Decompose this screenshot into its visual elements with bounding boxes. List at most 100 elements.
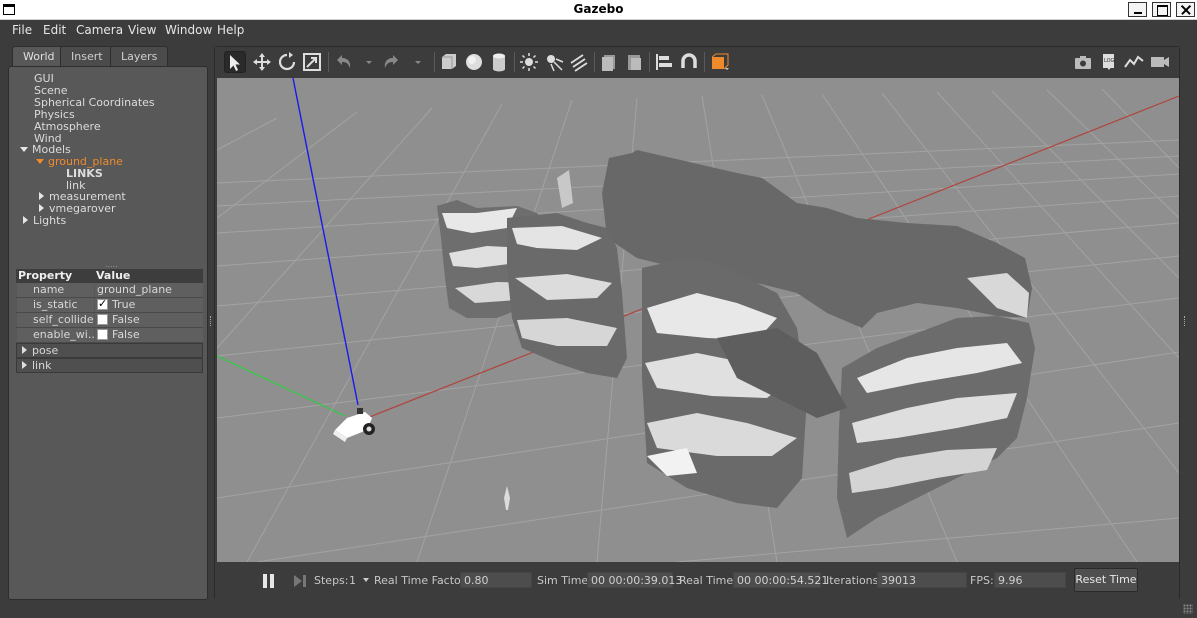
property-group-label: link: [32, 359, 52, 372]
translate-icon[interactable]: [251, 51, 273, 73]
expand-arrow-icon[interactable]: [20, 147, 28, 152]
spot-light-icon[interactable]: [543, 51, 565, 73]
iterations-field: 39013: [877, 572, 967, 588]
view-angle-icon[interactable]: [709, 51, 731, 73]
left-splitter-handle[interactable]: [210, 316, 212, 326]
property-table-header: Property Value: [16, 269, 203, 283]
property-group-link[interactable]: link: [16, 358, 203, 373]
menu-view[interactable]: View: [128, 23, 156, 37]
checkbox-label: False: [112, 313, 140, 326]
y-axis-line: [217, 355, 346, 417]
pause-icon[interactable]: [263, 574, 275, 588]
box-icon[interactable]: [438, 51, 460, 73]
copy-icon[interactable]: [598, 51, 620, 73]
toolbar-separator: [434, 52, 435, 72]
collapsed-arrow-icon[interactable]: [39, 192, 44, 200]
snap-icon[interactable]: [678, 51, 700, 73]
property-name: name: [17, 283, 94, 297]
toolbar-separator: [649, 52, 650, 72]
left-panel: World Insert Layers GUI Scene Spherical …: [8, 46, 208, 600]
step-icon[interactable]: [294, 575, 306, 587]
steps-value[interactable]: 1: [349, 574, 356, 587]
menu-camera[interactable]: Camera: [76, 23, 123, 37]
cylinder-icon[interactable]: [488, 51, 510, 73]
fps-label: FPS:: [970, 574, 994, 587]
undo-dropdown-icon[interactable]: [358, 51, 372, 73]
menu-edit[interactable]: Edit: [43, 23, 66, 37]
redo-dropdown-icon[interactable]: [407, 51, 421, 73]
close-button[interactable]: [1176, 2, 1195, 17]
menu-file[interactable]: File: [12, 23, 32, 37]
iterations-label: Iterations:: [826, 574, 883, 587]
property-name: enable_wi...: [17, 328, 94, 342]
minimize-button[interactable]: [1128, 2, 1147, 17]
real-time-factor-label: Real Time Factor:: [374, 574, 469, 587]
scene-canvas[interactable]: [217, 78, 1179, 562]
measurement-model: [437, 150, 1035, 538]
tab-world[interactable]: World: [12, 46, 66, 66]
real-time-factor-field: 0.80: [460, 572, 532, 588]
self-collide-checkbox[interactable]: [97, 314, 108, 325]
paste-icon[interactable]: [623, 51, 645, 73]
tab-insert[interactable]: Insert: [60, 46, 114, 66]
3d-viewport[interactable]: [217, 78, 1179, 562]
window-title: Gazebo: [573, 2, 624, 16]
steps-label: Steps:: [314, 574, 349, 587]
enable-wind-checkbox[interactable]: [97, 329, 108, 340]
real-time-field: 00 00:00:54.521: [733, 572, 828, 588]
sim-time-label: Sim Time:: [537, 574, 592, 587]
toolbar-separator: [328, 52, 329, 72]
collapsed-arrow-icon[interactable]: [23, 216, 28, 224]
select-arrow-icon[interactable]: [224, 51, 246, 73]
plot-icon[interactable]: [1123, 51, 1145, 73]
collapsed-arrow-icon[interactable]: [39, 204, 44, 212]
property-value: False: [95, 328, 203, 342]
tree-item-lights[interactable]: Lights: [23, 214, 66, 227]
right-splitter-handle[interactable]: [1184, 316, 1186, 326]
reset-time-button[interactable]: Reset Time: [1074, 568, 1138, 592]
log-icon[interactable]: LOG: [1098, 51, 1120, 73]
menu-bar: File Edit Camera View Window Help: [0, 20, 1197, 41]
checkbox-label: True: [112, 298, 136, 311]
menu-help[interactable]: Help: [217, 23, 244, 37]
z-axis-line: [292, 78, 359, 406]
menu-window[interactable]: Window: [165, 23, 212, 37]
screenshot-icon[interactable]: [1072, 51, 1094, 73]
collapsed-arrow-icon: [22, 361, 27, 369]
property-group-label: pose: [32, 344, 59, 357]
sphere-icon[interactable]: [463, 51, 485, 73]
collapsed-arrow-icon: [22, 346, 27, 354]
property-group-pose[interactable]: pose: [16, 343, 203, 358]
undo-icon[interactable]: [333, 51, 355, 73]
rotate-icon[interactable]: [276, 51, 298, 73]
sim-time-field: 00 00:00:39.013: [587, 572, 682, 588]
tree-item-lights-label: Lights: [33, 214, 67, 227]
tab-layers[interactable]: Layers: [110, 46, 169, 66]
world-tree-panel: GUI Scene Spherical Coordinates Physics …: [8, 66, 208, 600]
property-table: Property Value name ground_plane is_stat…: [16, 269, 203, 373]
window-resize-grip[interactable]: [1183, 604, 1193, 614]
property-value-field[interactable]: ground_plane: [95, 283, 203, 297]
simulation-control-bar: Steps: 1 Real Time Factor: 0.80 Sim Time…: [215, 563, 1179, 600]
real-time-label: Real Time:: [679, 574, 737, 587]
point-light-icon[interactable]: [518, 51, 540, 73]
marker-object: [504, 486, 510, 510]
svg-text:LOG: LOG: [1104, 58, 1115, 64]
property-row-self-collide: self_collide False: [16, 313, 203, 328]
property-value: True: [95, 297, 203, 312]
property-row-is-static: is_static True: [16, 297, 203, 313]
main-panel: LOG Steps: 1 Real Time Factor: 0.80 Sim …: [214, 46, 1180, 600]
steps-dropdown-icon[interactable]: [363, 578, 369, 582]
property-value: False: [95, 313, 203, 327]
expand-arrow-icon[interactable]: [36, 159, 44, 164]
is-static-checkbox[interactable]: [97, 297, 108, 310]
directional-light-icon[interactable]: [568, 51, 590, 73]
splitter-handle[interactable]: .....: [105, 260, 118, 269]
property-column-header: Property: [18, 269, 73, 282]
align-icon[interactable]: [653, 51, 675, 73]
maximize-button[interactable]: [1152, 2, 1171, 17]
redo-icon[interactable]: [380, 51, 402, 73]
property-row-enable-wind: enable_wi... False: [16, 328, 203, 343]
record-video-icon[interactable]: [1149, 51, 1171, 73]
scale-icon[interactable]: [301, 51, 323, 73]
